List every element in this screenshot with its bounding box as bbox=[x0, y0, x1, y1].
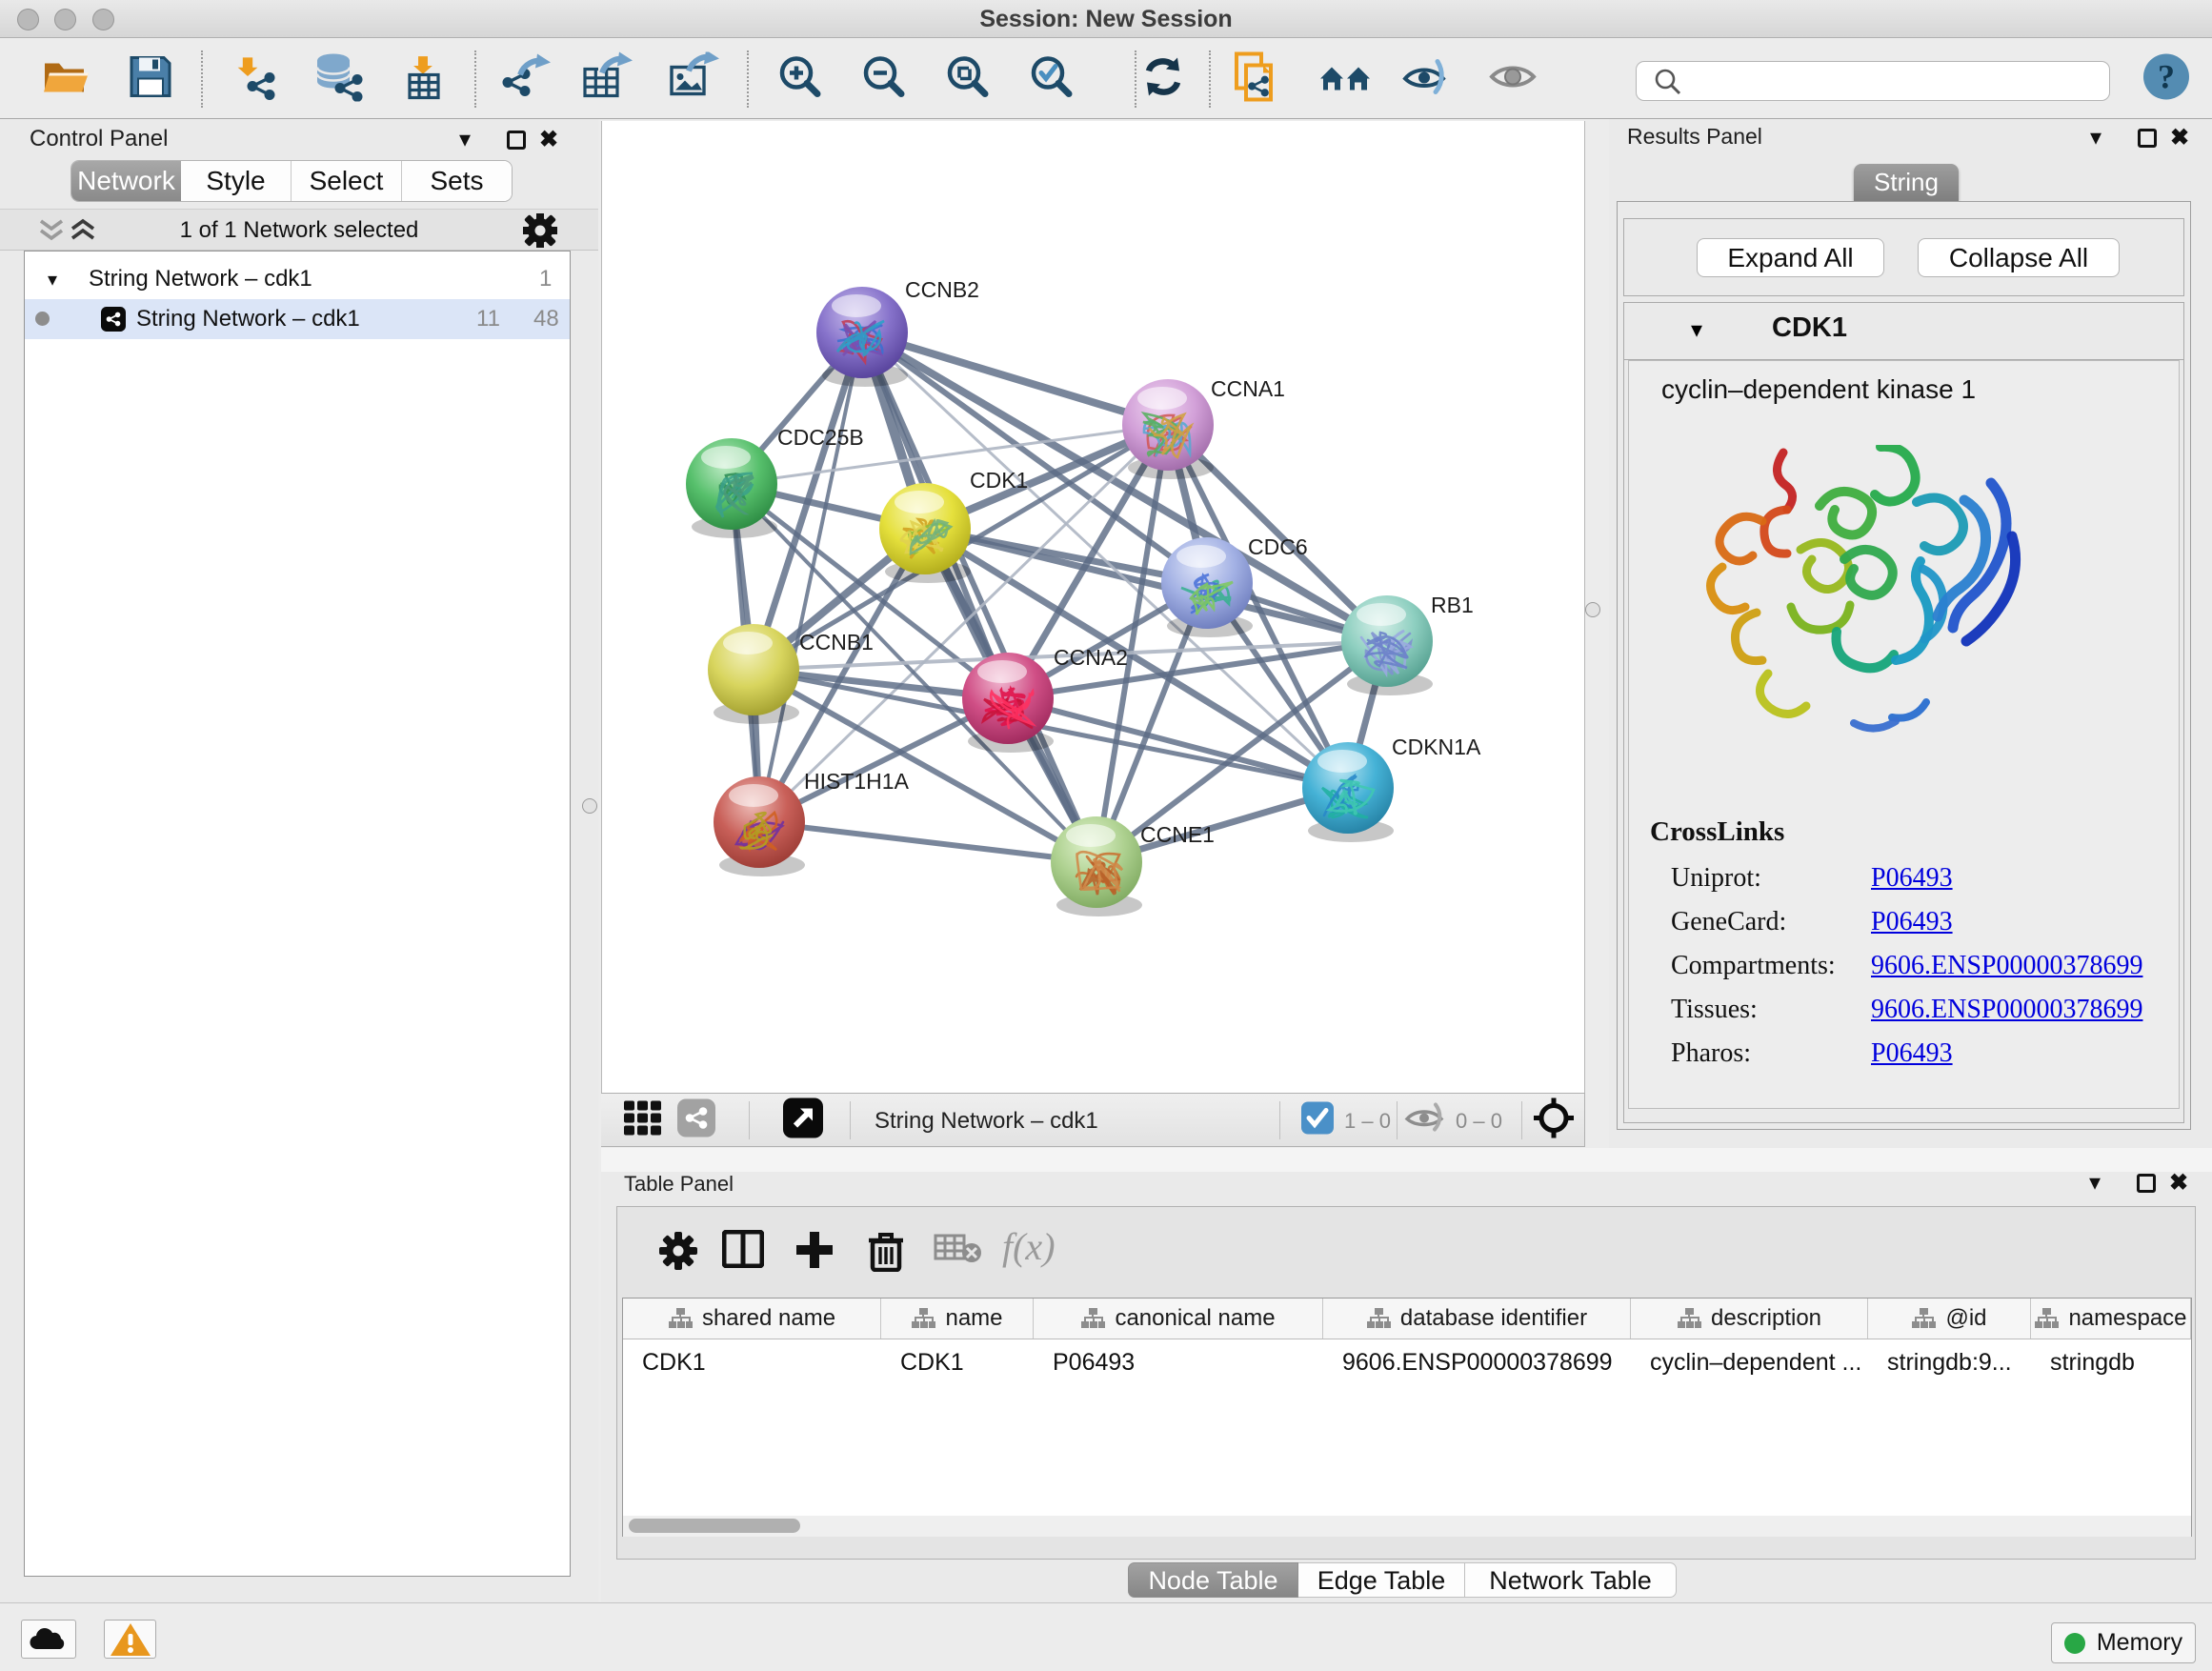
svg-text:CCNA2: CCNA2 bbox=[1054, 645, 1128, 670]
svg-text:CCNB1: CCNB1 bbox=[799, 630, 874, 654]
svg-text:HIST1H1A: HIST1H1A bbox=[804, 769, 910, 794]
svg-text:?: ? bbox=[2158, 57, 2175, 95]
svg-text:CCNB2: CCNB2 bbox=[905, 277, 979, 302]
svg-text:CDK1: CDK1 bbox=[970, 468, 1028, 493]
svg-text:CCNE1: CCNE1 bbox=[1140, 822, 1215, 847]
svg-text:CDC6: CDC6 bbox=[1248, 534, 1308, 559]
svg-text:CDKN1A: CDKN1A bbox=[1392, 735, 1481, 759]
svg-text:CCNA1: CCNA1 bbox=[1211, 376, 1285, 401]
svg-text:CDC25B: CDC25B bbox=[777, 425, 864, 450]
svg-text:RB1: RB1 bbox=[1431, 593, 1474, 617]
